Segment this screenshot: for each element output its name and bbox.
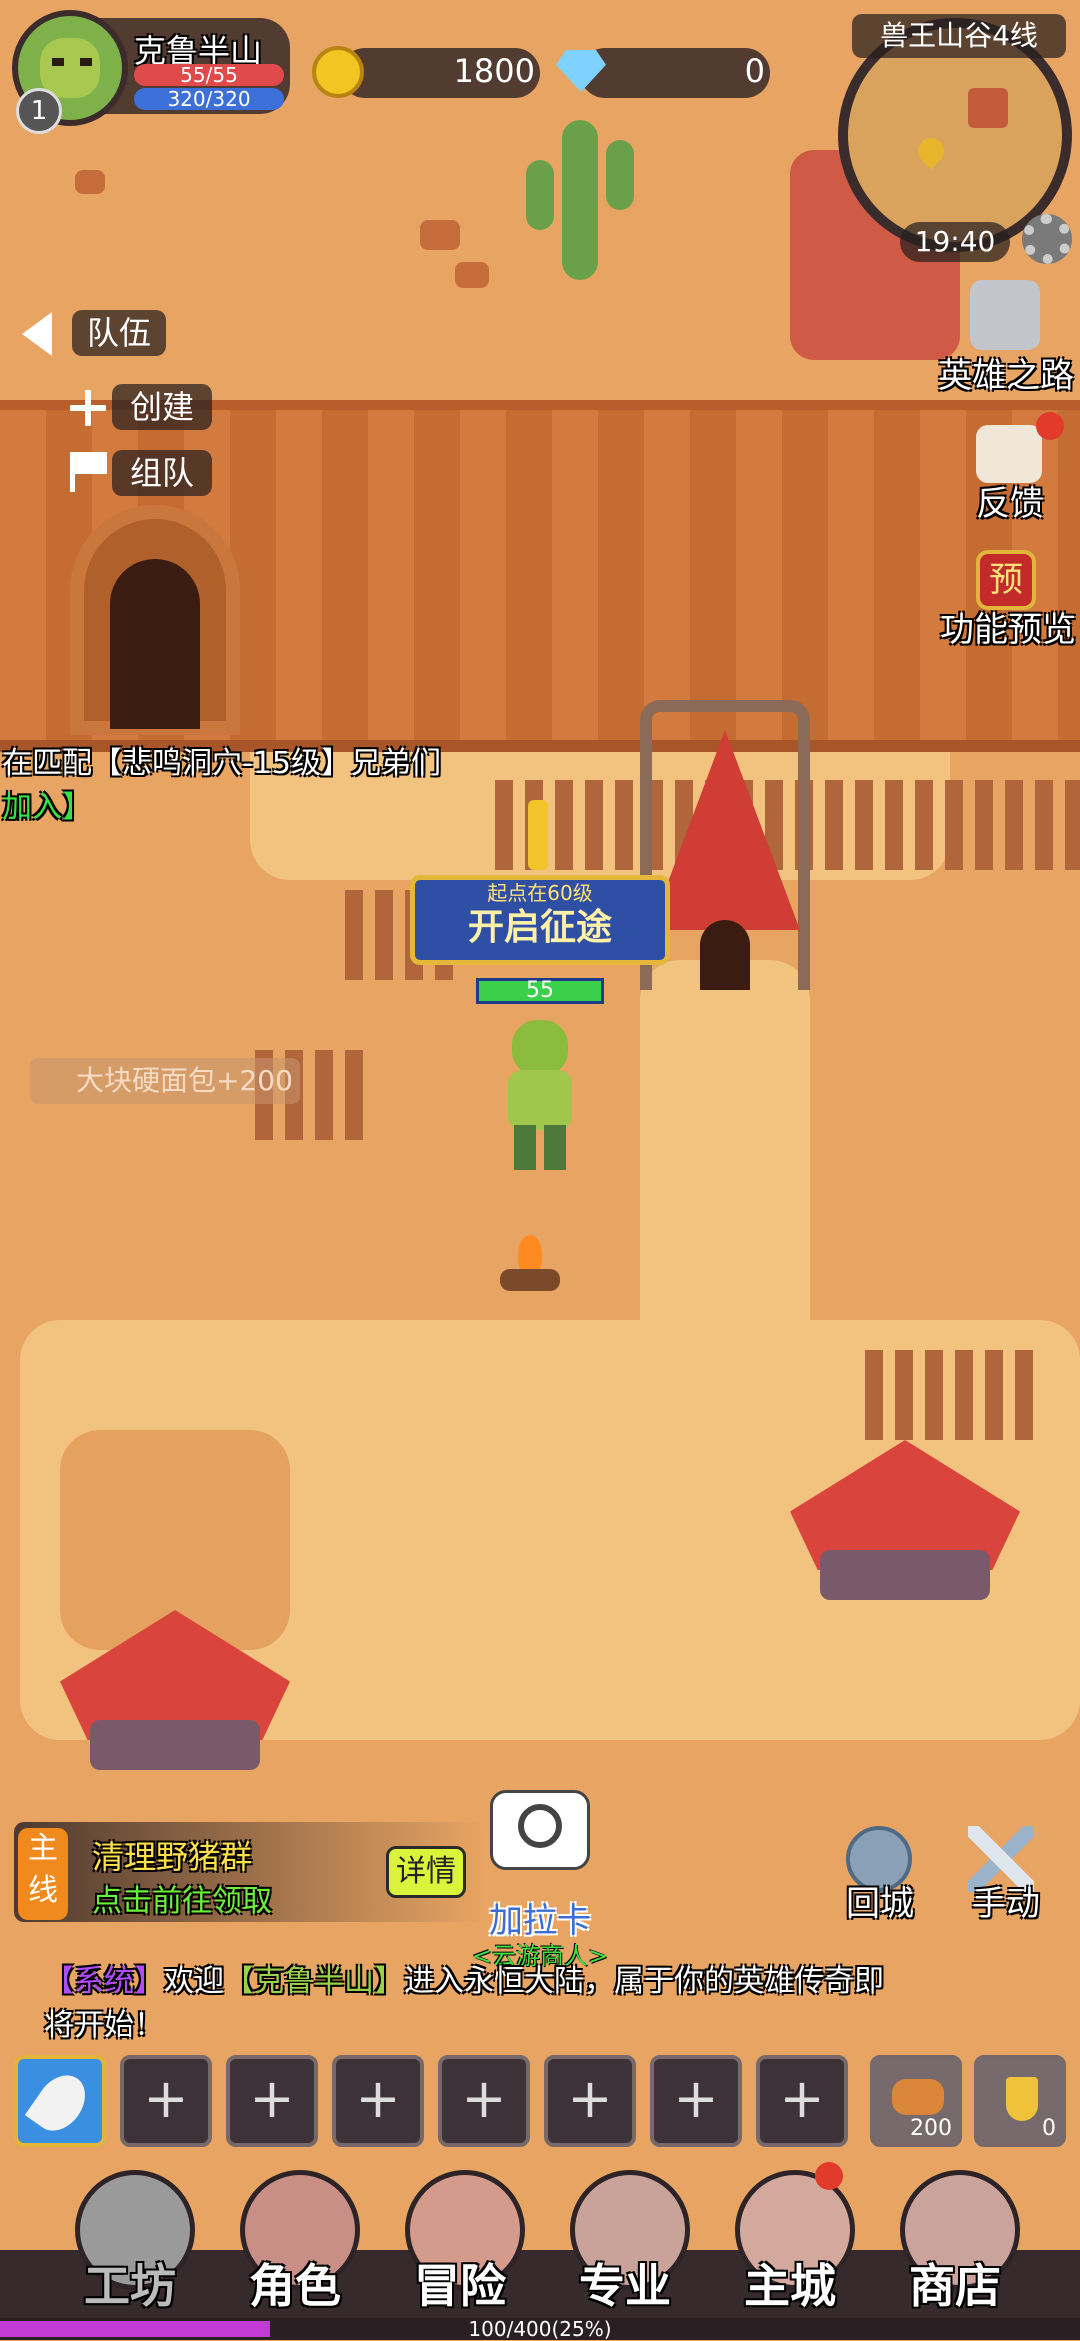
manual-mode-label[interactable]: 手动	[956, 1876, 1056, 1925]
nav-profession[interactable]: 专业	[550, 2160, 700, 2313]
loot-popup: 大块硬面包+200	[30, 1058, 300, 1104]
return-city-label[interactable]: 回城	[830, 1876, 930, 1925]
nav-workshop-label: 工坊	[84, 2259, 176, 2313]
rock	[455, 262, 489, 288]
gold-amount: 1800	[453, 52, 535, 90]
nav-profession-label: 专业	[579, 2259, 671, 2313]
potion-icon	[1006, 2077, 1038, 2121]
plus-icon	[70, 390, 106, 426]
skill-slot-empty[interactable]: +	[544, 2055, 636, 2147]
nav-shop-label: 商店	[909, 2259, 1001, 2313]
settings-gear-icon[interactable]	[1022, 214, 1072, 264]
campfire	[500, 1225, 560, 1295]
world-chat-join-link[interactable]: 加入】	[2, 782, 92, 826]
gold-coin-icon[interactable]	[312, 46, 364, 98]
expedition-banner[interactable]: 起点在60级 开启征途	[410, 875, 670, 965]
hp-bar: 55/55	[134, 64, 284, 86]
diamond-amount: 0	[744, 52, 765, 90]
feedback-label[interactable]: 反馈	[940, 476, 1080, 525]
system-tag: 【系统】	[44, 1964, 164, 1999]
zone-name: 兽王山谷4线	[852, 14, 1066, 58]
banner-title: 开启征途	[467, 907, 612, 948]
banner-subtitle: 起点在60级	[487, 881, 593, 905]
feather-skill-icon	[24, 2065, 96, 2141]
skill-slot-empty[interactable]: +	[438, 2055, 530, 2147]
game-clock: 19:40	[900, 222, 1010, 262]
cave-entrance[interactable]	[70, 505, 240, 735]
nav-main-city-label: 主城	[744, 2259, 836, 2313]
hero-road-icon[interactable]	[970, 280, 1040, 350]
notification-dot	[815, 2162, 843, 2190]
create-team-button[interactable]: 创建	[112, 384, 212, 430]
nav-workshop[interactable]: 工坊	[55, 2160, 205, 2313]
skill-slot-empty[interactable]: +	[756, 2055, 848, 2147]
nav-main-city[interactable]: 主城	[715, 2160, 865, 2313]
nav-adventure-label: 冒险	[414, 2259, 506, 2313]
preview-icon[interactable]: 预	[976, 550, 1036, 610]
quest-detail-button[interactable]: 详情	[386, 1846, 466, 1898]
quest-hint: 点击前往领取	[92, 1884, 272, 1919]
nav-character-label: 角色	[249, 2259, 341, 2313]
flag-icon	[70, 452, 110, 492]
bread-item-slot[interactable]: 200	[870, 2055, 962, 2147]
merchant-scale-icon	[518, 1804, 562, 1848]
quest-exclamation-icon	[528, 800, 548, 870]
xp-text: 100/400(25%)	[468, 2317, 612, 2341]
feedback-icon[interactable]	[976, 425, 1042, 483]
player-level-tag: 55	[476, 978, 604, 1004]
collapse-arrow-icon[interactable]	[22, 312, 52, 356]
bread-count: 200	[910, 2116, 952, 2141]
orc-tent	[790, 1440, 1020, 1600]
join-team-button[interactable]: 组队	[112, 450, 212, 496]
quest-type-badge: 主线	[18, 1828, 68, 1920]
skill-slot-empty[interactable]: +	[120, 2055, 212, 2147]
preview-label[interactable]: 功能预览	[936, 602, 1080, 651]
system-message: 【系统】欢迎【克鲁半山】进入永恒大陆，属于你的英雄传奇即 将开始！	[44, 1964, 884, 2043]
orc-tent	[60, 1610, 290, 1770]
hero-road-label[interactable]: 英雄之路	[936, 348, 1076, 397]
quest-title: 清理野猪群	[92, 1838, 253, 1876]
nav-character[interactable]: 角色	[220, 2160, 370, 2313]
world-chat-message: 在匹配【悲鸣洞穴-15级】兄弟们	[2, 746, 441, 781]
nav-adventure[interactable]: 冒险	[385, 2160, 535, 2313]
rock	[75, 170, 105, 194]
potion-item-slot[interactable]: 0	[974, 2055, 1066, 2147]
system-player-name: 【克鲁半山】	[224, 1964, 404, 1999]
notification-dot	[1036, 412, 1064, 440]
team-title[interactable]: 队伍	[72, 310, 166, 356]
player-level-badge: 1	[16, 88, 62, 134]
skill-slot-active[interactable]	[14, 2055, 106, 2147]
bread-icon	[892, 2079, 944, 2115]
potion-count: 0	[1042, 2116, 1056, 2141]
skill-slot-empty[interactable]: +	[650, 2055, 742, 2147]
cactus	[520, 120, 640, 280]
nav-shop[interactable]: 商店	[880, 2160, 1030, 2313]
xp-bar: 100/400(25%)	[0, 2318, 1080, 2340]
skill-slot-empty[interactable]: +	[332, 2055, 424, 2147]
wooden-fence	[865, 1350, 1045, 1440]
player-character[interactable]	[490, 1010, 590, 1170]
skill-slot-empty[interactable]: +	[226, 2055, 318, 2147]
mp-bar: 320/320	[134, 88, 284, 110]
rock	[420, 220, 460, 250]
